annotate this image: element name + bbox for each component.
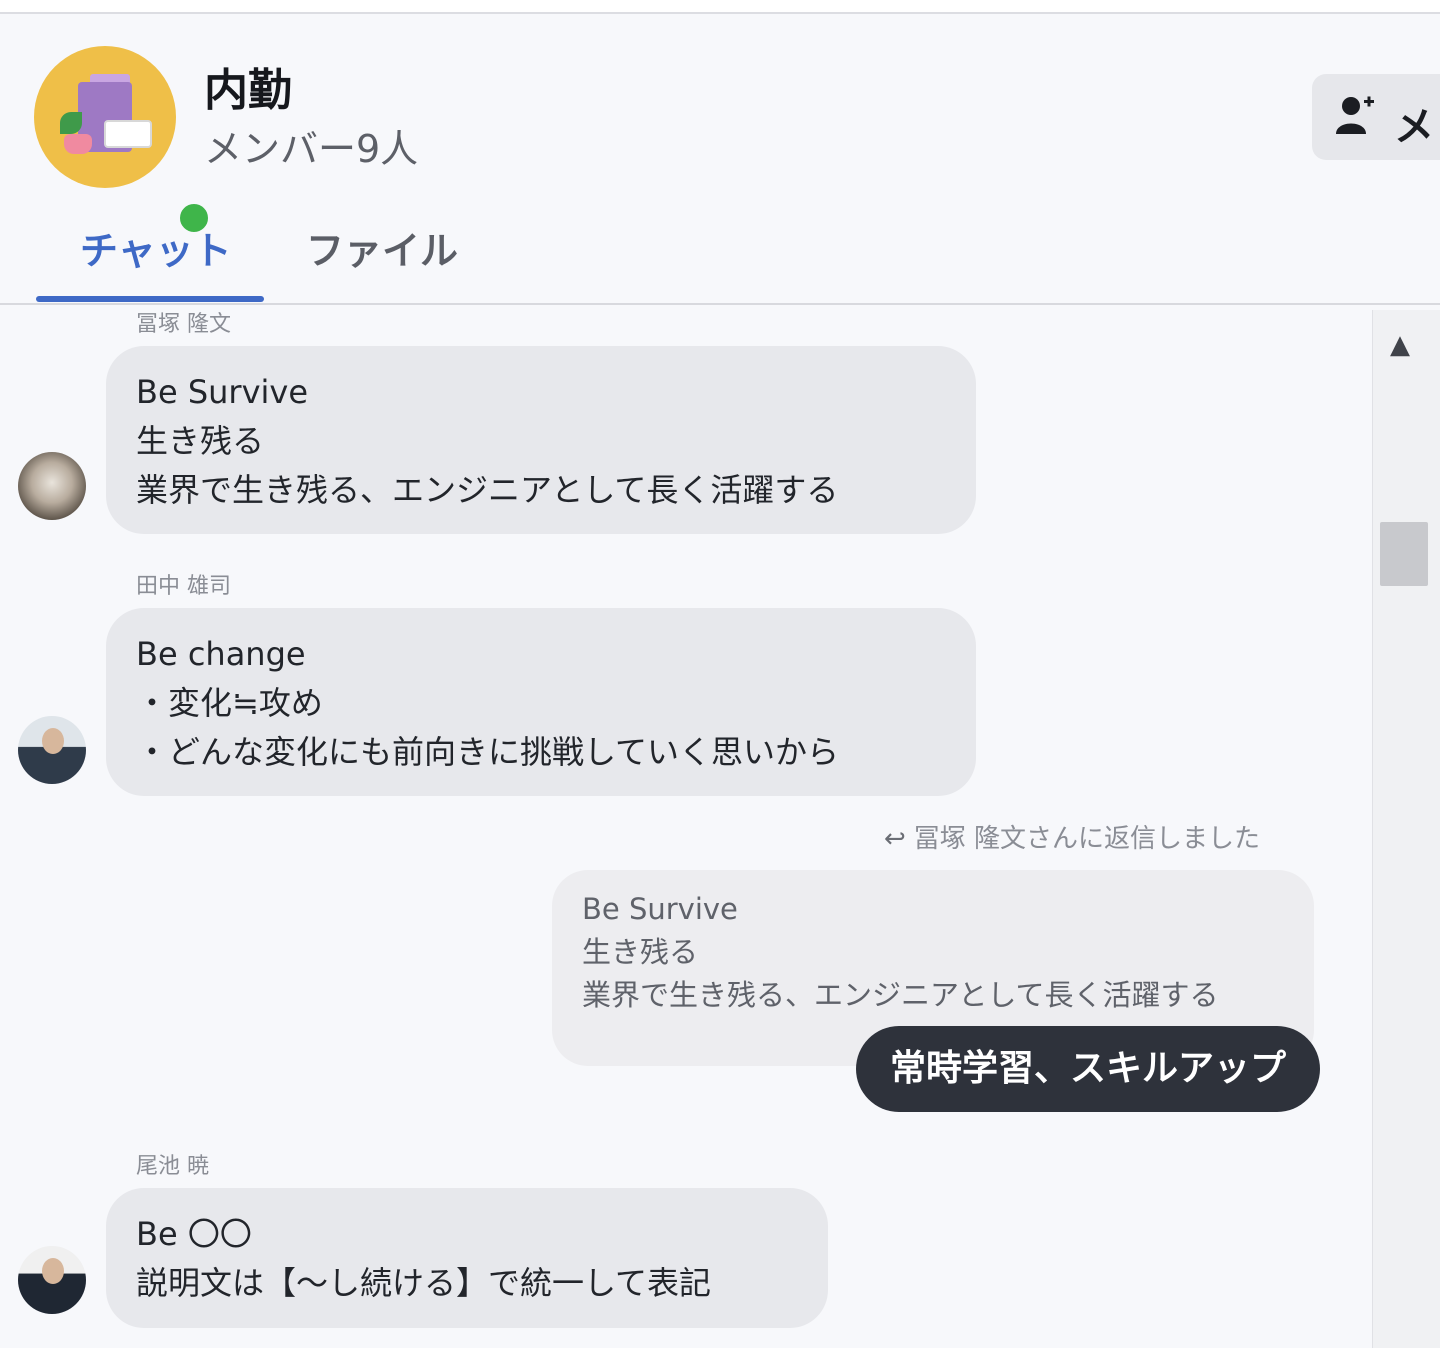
quoted-line: 生き残る [582, 935, 699, 969]
message-sender: 尾池 暁 [136, 1154, 209, 1179]
quoted-line: Be Survive [582, 892, 738, 926]
scrollbar[interactable] [1372, 310, 1440, 1348]
scroll-up-arrow-icon[interactable]: ▲ [1390, 330, 1410, 360]
members-button[interactable]: メ [1312, 74, 1440, 160]
reply-note-text: 冨塚 隆文さんに返信しました [913, 824, 1261, 854]
quoted-line: 業界で生き残る、エンジニアとして長く活躍する [582, 978, 1219, 1012]
user-avatar[interactable] [18, 1246, 86, 1314]
message-line: Be Survive [136, 373, 309, 411]
message-line: 業界で生き残る、エンジニアとして長く活躍する [136, 471, 839, 509]
user-avatar[interactable] [18, 716, 86, 784]
avatar-art [64, 134, 92, 154]
message-line: Be 〇〇 [136, 1215, 252, 1253]
message-line: ・変化≒攻め [136, 684, 323, 722]
member-count: メンバー9人 [204, 127, 419, 171]
active-tab-indicator [36, 296, 264, 302]
message-line: ・どんな変化にも前向きに挑戦していく思いから [136, 733, 840, 771]
window-top-border [0, 0, 1440, 14]
message-line: 生き残る [136, 422, 265, 460]
avatar-art [60, 112, 82, 134]
tabs-divider [0, 303, 1440, 305]
user-avatar[interactable] [18, 452, 86, 520]
message-sender: 田中 雄司 [136, 574, 231, 599]
tab-files[interactable]: ファイル [306, 220, 458, 275]
reply-indicator: ↩ 冨塚 隆文さんに返信しました [884, 818, 1260, 855]
group-title: 内勤 [204, 65, 292, 116]
add-user-icon [1336, 94, 1376, 148]
message-line: 説明文は【～し続ける】で統一して表記 [136, 1264, 712, 1302]
avatar-art [104, 120, 152, 148]
members-button-label: メ [1394, 104, 1434, 150]
message-bubble[interactable]: Be change ・変化≒攻め ・どんな変化にも前向きに挑戦していく思いから [106, 608, 976, 796]
message-bubble[interactable]: Be 〇〇 説明文は【～し続ける】で統一して表記 [106, 1188, 828, 1328]
message-sender: 冨塚 隆文 [136, 312, 231, 337]
message-line: Be change [136, 635, 306, 673]
scrollbar-thumb[interactable] [1380, 522, 1428, 586]
reply-icon: ↩ [884, 824, 906, 854]
group-avatar[interactable] [34, 46, 212, 236]
message-bubble[interactable]: Be Survive 生き残る 業界で生き残る、エンジニアとして長く活躍する [106, 346, 976, 534]
own-message-bubble[interactable]: 常時学習、スキルアップ [856, 1026, 1320, 1112]
tab-chat[interactable]: チャット [80, 220, 232, 275]
